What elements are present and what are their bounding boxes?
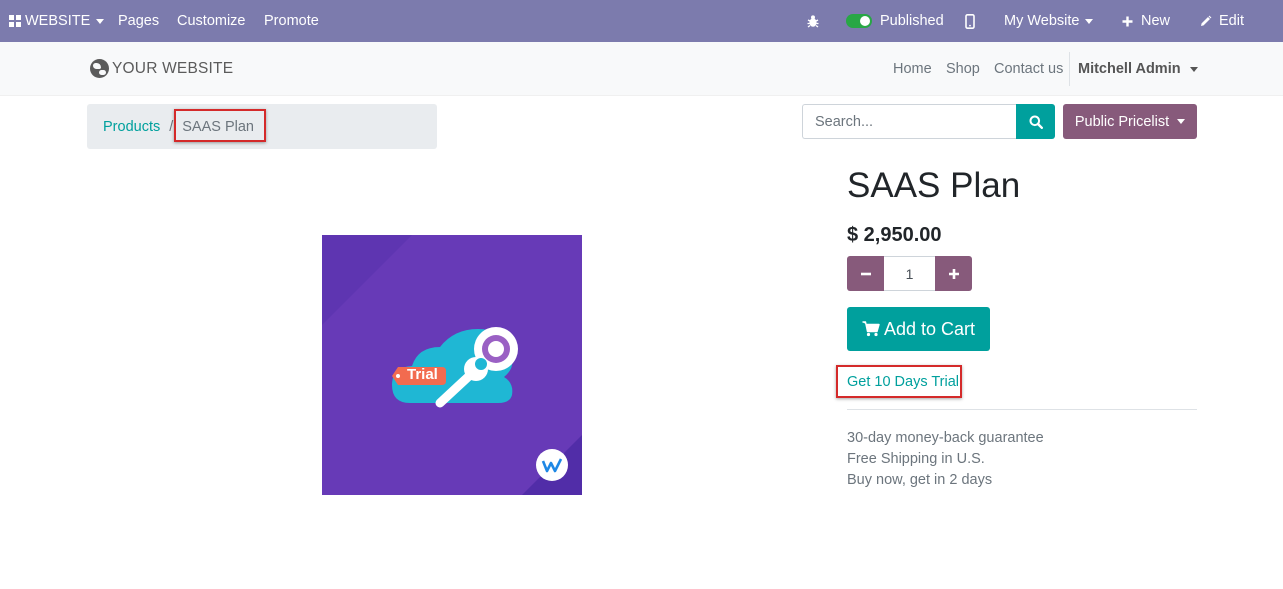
website-apps-menu[interactable]: WEBSITE (9, 0, 105, 42)
published-toggle[interactable]: Published (846, 0, 944, 42)
quantity-increase-button[interactable] (935, 256, 972, 291)
quantity-decrease-button[interactable] (847, 256, 884, 291)
nav-contact-label: Contact us (994, 61, 1064, 77)
search-input[interactable] (802, 104, 1017, 139)
new-label: New (1141, 13, 1171, 29)
pencil-icon (1201, 15, 1212, 26)
product-price: $ 2,950.00 (847, 224, 942, 246)
user-menu-label: Mitchell Admin (1078, 61, 1181, 77)
plus-icon (1122, 16, 1133, 26)
caret-down-icon (1189, 66, 1198, 72)
apps-grid-icon (9, 15, 21, 27)
product-terms: 30-day money-back guarantee Free Shippin… (847, 428, 1044, 491)
product-image-trial-text: Trial (407, 366, 438, 383)
search-icon (1029, 115, 1043, 129)
highlight-box-trial (836, 365, 962, 398)
pricelist-dropdown[interactable]: Public Pricelist (1063, 104, 1197, 139)
shopping-cart-icon (862, 321, 880, 337)
edit-label: Edit (1219, 13, 1244, 29)
my-website-menu[interactable]: My Website (1004, 0, 1094, 42)
published-switch[interactable] (846, 14, 872, 28)
product-title: SAAS Plan (847, 166, 1021, 205)
mobile-preview-button[interactable] (965, 0, 975, 42)
site-header: YOUR WEBSITE Home Shop Contact us Mitche… (0, 42, 1283, 96)
caret-down-icon (96, 18, 105, 24)
customize-menu[interactable]: Customize (177, 0, 246, 42)
add-to-cart-label: Add to Cart (883, 318, 976, 339)
nav-shop-label: Shop (946, 61, 980, 77)
website-menu-label: WEBSITE (25, 13, 91, 29)
add-to-cart-button[interactable]: Add to Cart (847, 307, 990, 351)
product-image: Trial (322, 235, 582, 495)
mobile-icon (965, 13, 975, 29)
nav-shop[interactable]: Shop (946, 42, 980, 96)
quantity-input[interactable] (884, 256, 935, 291)
site-logo-text: YOUR WEBSITE (112, 59, 234, 77)
product-divider (847, 409, 1197, 410)
breadcrumb-separator: / (169, 118, 174, 135)
plus-icon (948, 268, 959, 279)
promote-menu[interactable]: Promote (264, 0, 319, 42)
my-website-label: My Website (1004, 13, 1080, 29)
debug-button[interactable] (806, 0, 820, 42)
caret-down-icon (1085, 18, 1094, 24)
highlight-box-breadcrumb (174, 109, 266, 142)
promote-menu-label: Promote (264, 13, 319, 29)
term-money-back: 30-day money-back guarantee (847, 430, 1044, 446)
pricelist-label: Public Pricelist (1074, 113, 1170, 130)
customize-menu-label: Customize (177, 13, 246, 29)
site-logo[interactable]: YOUR WEBSITE (90, 59, 233, 78)
nav-home-label: Home (893, 61, 932, 77)
minus-icon (860, 272, 871, 275)
globe-icon (90, 59, 109, 78)
search-button[interactable] (1016, 104, 1055, 139)
website-admin-bar: WEBSITE Pages Customize Promote Publishe… (0, 0, 1283, 42)
published-label: Published (880, 13, 944, 29)
user-menu[interactable]: Mitchell Admin (1078, 42, 1198, 96)
nav-home[interactable]: Home (893, 42, 932, 96)
bug-icon (807, 15, 819, 28)
pages-menu[interactable]: Pages (118, 0, 159, 42)
nav-contact-us[interactable]: Contact us (994, 42, 1063, 96)
term-free-shipping: Free Shipping in U.S. (847, 451, 985, 467)
new-button[interactable]: New (1122, 0, 1170, 42)
pages-menu-label: Pages (118, 13, 160, 29)
breadcrumb-products-link[interactable]: Products (103, 119, 160, 135)
term-delivery: Buy now, get in 2 days (847, 472, 993, 488)
product-illustration (322, 235, 582, 495)
edit-button[interactable]: Edit (1199, 0, 1244, 42)
caret-down-icon (1177, 119, 1186, 124)
nav-divider (1069, 52, 1070, 86)
